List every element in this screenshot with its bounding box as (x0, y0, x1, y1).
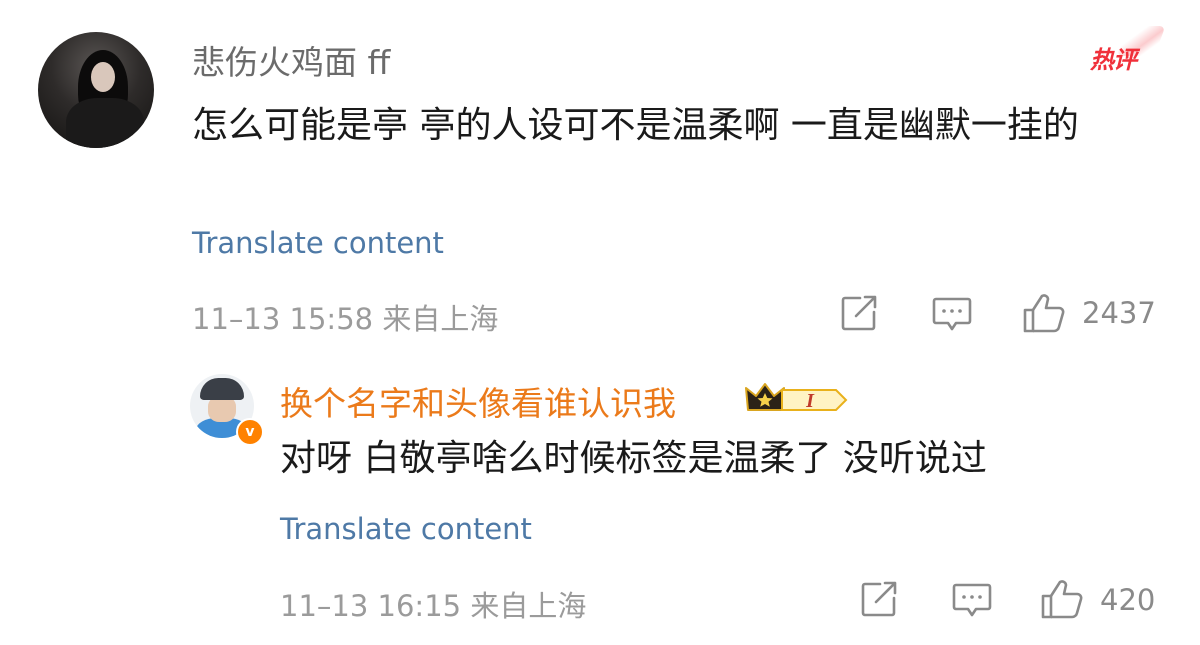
avatar[interactable] (38, 32, 154, 148)
verified-icon: v (236, 418, 264, 446)
share-icon[interactable] (840, 294, 878, 332)
comment-icon[interactable] (952, 582, 992, 618)
translate-content-link[interactable]: Translate content (192, 226, 444, 260)
like-icon[interactable] (1040, 578, 1084, 620)
reply-timestamp: 11–13 16:15 来自上海 (280, 589, 587, 623)
crown-icon[interactable]: I (744, 380, 850, 420)
comment-text: 怎么可能是亭 亭的人设可不是温柔啊 一直是幽默一挂的 (192, 105, 1079, 146)
reply-username[interactable]: 换个名字和头像看谁认识我 (280, 377, 676, 425)
reply-text: 对呀 白敬亭啥么时候标签是温柔了 没听说过 (280, 438, 987, 479)
vip-level-label: I (805, 390, 815, 412)
comment-timestamp: 11–13 15:58 来自上海 (192, 302, 499, 336)
share-icon[interactable] (860, 580, 898, 618)
comment-username[interactable]: 悲伤火鸡面 ff (192, 36, 390, 84)
hot-comment-badge: 热评 (1090, 46, 1137, 74)
comment-icon[interactable] (932, 296, 972, 332)
like-icon[interactable] (1022, 292, 1066, 334)
translate-content-link[interactable]: Translate content (280, 512, 532, 546)
like-count: 2437 (1082, 296, 1156, 330)
like-count: 420 (1100, 583, 1156, 617)
